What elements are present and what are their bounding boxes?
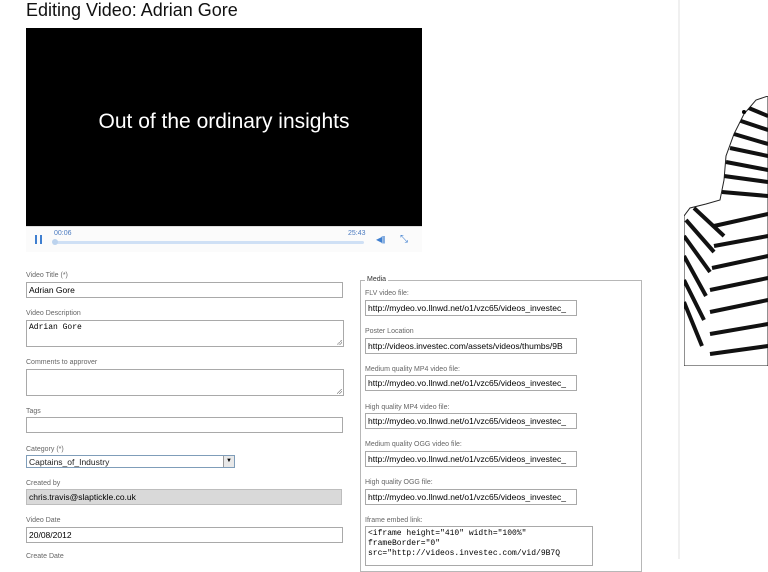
duration: 25:43 [348, 230, 366, 237]
comments-label: Comments to approver [26, 359, 98, 366]
poster-input[interactable]: http://videos.investec.com/assets/videos… [365, 338, 577, 354]
poster-label: Poster Location [365, 328, 414, 335]
comments-textarea[interactable] [26, 369, 344, 396]
resize-grip-icon[interactable] [337, 389, 342, 394]
tags-input[interactable] [26, 417, 343, 433]
resize-grip-icon[interactable] [337, 340, 342, 345]
video-date-input[interactable]: 20/08/2012 [26, 527, 343, 543]
seek-handle[interactable] [52, 239, 58, 245]
current-time: 00:06 [54, 230, 72, 237]
video-player[interactable]: Out of the ordinary insights [26, 28, 422, 250]
mp4-high-label: High quality MP4 video file: [365, 404, 450, 411]
main-content: Editing Video: Adrian Gore Out of the or… [0, 0, 680, 572]
tags-label: Tags [26, 408, 41, 415]
ogg-high-input[interactable]: http://mydeo.vo.llnwd.net/o1/vzc65/video… [365, 489, 577, 505]
category-select[interactable]: Captains_of_Industry ▼ [26, 455, 235, 468]
ogg-medium-label: Medium quality OGG video file: [365, 441, 462, 448]
zebra-image [684, 96, 768, 366]
media-legend: Media [365, 276, 389, 283]
pause-icon[interactable] [35, 235, 43, 244]
flv-label: FLV video file: [365, 290, 409, 297]
iframe-label: Iframe embed link: [365, 517, 423, 524]
page-title: Editing Video: Adrian Gore [26, 0, 238, 20]
video-date-label: Video Date [26, 517, 61, 524]
video-caption: Out of the ordinary insights [98, 110, 350, 133]
mp4-medium-label: Medium quality MP4 video file: [365, 366, 460, 373]
iframe-embed-textarea[interactable]: <iframe height="410" width="100%" frameB… [365, 526, 593, 566]
created-by-label: Created by [26, 480, 61, 487]
video-description-label: Video Description [26, 310, 81, 317]
seek-bar[interactable] [54, 241, 364, 244]
fullscreen-icon[interactable]: ⤡ [400, 234, 408, 245]
video-description-text: Adrian Gore [29, 323, 82, 332]
video-title-input[interactable]: Adrian Gore [26, 282, 343, 298]
video-title-label: Video Title (*) [26, 272, 68, 279]
chevron-down-icon[interactable]: ▼ [223, 456, 234, 467]
category-selected-value: Captains_of_Industry [29, 457, 110, 467]
flv-input[interactable]: http://mydeo.vo.llnwd.net/o1/vzc65/video… [365, 300, 577, 316]
mp4-medium-input[interactable]: http://mydeo.vo.llnwd.net/o1/vzc65/video… [365, 375, 577, 391]
player-controls: 00:06 25:43 ◀||| ⤡ [26, 226, 422, 252]
created-by-field: chris.travis@slaptickle.co.uk [26, 489, 342, 505]
right-column [680, 0, 768, 559]
video-description-textarea[interactable]: Adrian Gore [26, 320, 344, 347]
volume-icon[interactable]: ◀||| [376, 235, 385, 244]
ogg-medium-input[interactable]: http://mydeo.vo.llnwd.net/o1/vzc65/video… [365, 451, 577, 467]
ogg-high-label: High quality OGG file: [365, 479, 433, 486]
category-label: Category (*) [26, 446, 64, 453]
mp4-high-input[interactable]: http://mydeo.vo.llnwd.net/o1/vzc65/video… [365, 413, 577, 429]
